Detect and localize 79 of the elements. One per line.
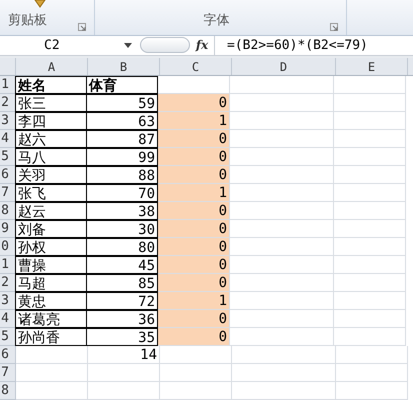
dialog-launcher-icon[interactable] xyxy=(78,22,86,31)
table-cell: 李四 xyxy=(15,112,87,130)
table-cell: 孙权 xyxy=(15,238,87,256)
table-cell: 赵六 xyxy=(15,130,87,148)
table-cell: 张三 xyxy=(15,94,87,112)
column-header[interactable]: B xyxy=(88,58,160,75)
table-cell: 0 xyxy=(158,148,230,166)
table-cell: 38 xyxy=(86,202,158,220)
table-cell xyxy=(334,328,406,346)
table-cell: 马超 xyxy=(15,274,87,292)
table-cell: 关羽 xyxy=(15,166,87,184)
table-cell: 87 xyxy=(86,130,158,148)
table-cell: 1 xyxy=(158,112,230,130)
table-cell: 14 xyxy=(88,346,160,364)
table-cell: 0 xyxy=(158,94,230,112)
insert-function-button[interactable]: fx xyxy=(190,36,214,54)
table-cell xyxy=(334,112,406,130)
table-cell xyxy=(336,364,408,382)
table-cell: 0 xyxy=(158,130,230,148)
table-cell: 36 xyxy=(86,310,158,328)
table-cell: 80 xyxy=(86,238,158,256)
table-cell xyxy=(334,166,406,184)
table-cell: 诸葛亮 xyxy=(15,310,87,328)
table-cell: 99 xyxy=(86,148,158,166)
table-cell: 72 xyxy=(86,292,158,310)
table-cell: 黄忠 xyxy=(15,292,87,310)
table-cell: 0 xyxy=(158,310,230,328)
table-cell xyxy=(334,274,406,292)
row-header[interactable]: 8 xyxy=(0,382,16,400)
table-cell: 30 xyxy=(86,220,158,238)
table-cell: 0 xyxy=(158,274,230,292)
dialog-launcher-icon[interactable] xyxy=(330,22,338,31)
column-header[interactable]: A xyxy=(16,58,88,75)
table-cell: 35 xyxy=(86,328,158,346)
group-label: 剪贴板 xyxy=(8,12,47,30)
table-cell: 63 xyxy=(86,112,158,130)
table-cell: 曹操 xyxy=(15,256,87,274)
table-cell xyxy=(336,346,408,364)
row-header[interactable]: 6 xyxy=(0,346,16,364)
group-label: 字体 xyxy=(204,12,230,30)
table-cell: 赵云 xyxy=(15,202,87,220)
column-header[interactable]: D xyxy=(232,58,336,75)
table-cell: 刘备 xyxy=(15,220,87,238)
table-cell xyxy=(334,220,406,238)
table-cell xyxy=(334,238,406,256)
column-header[interactable]: C xyxy=(160,58,232,75)
table-cell: 张飞 xyxy=(15,184,87,202)
table-cell: 马八 xyxy=(15,148,87,166)
table-cell: 88 xyxy=(86,166,158,184)
name-box[interactable]: C2 xyxy=(0,36,140,56)
table-cell: 85 xyxy=(86,274,158,292)
table-cell: 0 xyxy=(158,166,230,184)
table-cell xyxy=(334,292,406,310)
table-cell xyxy=(334,130,406,148)
table-cell: 体育 xyxy=(86,76,158,94)
table-cell: 0 xyxy=(158,238,230,256)
table-cell: 59 xyxy=(86,94,158,112)
table-cell xyxy=(334,184,406,202)
table-cell xyxy=(336,382,408,400)
table-cell xyxy=(334,256,406,274)
splitter-handle[interactable] xyxy=(140,37,190,54)
table-cell: 0 xyxy=(158,256,230,274)
table-cell: 孙尚香 xyxy=(15,328,87,346)
formula-field[interactable]: =(B2>=60)*(B2<=79) xyxy=(214,36,413,56)
table-cell xyxy=(334,94,406,112)
table-cell xyxy=(334,202,406,220)
table-cell: 1 xyxy=(158,292,230,310)
table-cell: 0 xyxy=(158,220,230,238)
table-cell xyxy=(334,310,406,328)
row-header[interactable]: 7 xyxy=(0,364,16,382)
table-cell: 45 xyxy=(86,256,158,274)
table-cell: 0 xyxy=(158,328,230,346)
table-cell: 1 xyxy=(158,184,230,202)
table-cell xyxy=(334,148,406,166)
table-cell: 0 xyxy=(158,202,230,220)
dropdown-caret-icon xyxy=(124,42,132,48)
column-header[interactable]: E xyxy=(336,58,408,75)
table-cell: 姓名 xyxy=(15,76,87,94)
table-cell: 70 xyxy=(86,184,158,202)
